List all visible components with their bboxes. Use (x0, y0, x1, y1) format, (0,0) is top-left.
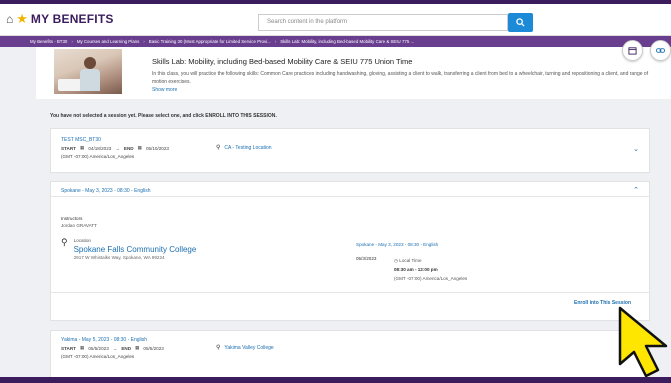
session-title[interactable]: Yakima - May 5, 2023 - 08:30 - English (61, 337, 147, 343)
bottom-bar (0, 377, 671, 383)
top-bar: ⌂ ★ MY BENEFITS Search content in the pl… (0, 0, 671, 36)
search-button[interactable] (508, 13, 533, 32)
time-range: 08:30 am - 12:00 pm (394, 267, 438, 272)
calendar-icon: ▦ (135, 345, 140, 350)
session-time-info: ◷ Local Time 08:30 am - 12:00 pm (GMT -0… (394, 256, 467, 283)
start-date: 04/18/2023 (88, 145, 112, 151)
instructors-label: Instructors (61, 216, 83, 221)
pointer-cursor-icon (618, 306, 668, 378)
session-card[interactable]: Yakima - May 5, 2023 - 08:30 - English S… (50, 330, 650, 380)
course-thumbnail (54, 49, 122, 94)
location-name[interactable]: Yakima Valley College (224, 345, 273, 351)
breadcrumb-item[interactable]: Basic Training 30 (Most Appropriate for … (149, 39, 271, 44)
calendar-icon: ▦ (79, 145, 85, 150)
session-timezone: (GMT -07:00) America/Los_Angeles (394, 276, 468, 281)
arrow-right-icon: → (115, 145, 120, 151)
location-address: 2917 W Whistalks Way, Spokane, WA 99224 (73, 255, 165, 260)
chevron-down-icon[interactable]: ⌄ (633, 145, 639, 153)
breadcrumb-separator: › (143, 39, 145, 44)
session-card-expanded: Spokane - May 3, 2023 - 08:30 - English … (50, 181, 650, 321)
instructor-name: Jordan GRAVATT (61, 223, 97, 228)
calendar-icon: ▦ (79, 345, 85, 350)
top-edge (0, 0, 671, 4)
end-date: 05/5/2023 (143, 345, 164, 351)
end-label: END (123, 145, 134, 151)
location-block: ⚲ Location Spokane Falls Community Colle… (61, 237, 197, 261)
start-label: START (61, 145, 76, 151)
start-label: START (61, 345, 76, 351)
breadcrumb: My Benefits - BT30 › My Courses and Lear… (0, 36, 671, 47)
search-icon (516, 18, 525, 27)
session-title[interactable]: Spokane - May 3, 2023 - 08:30 - English (61, 188, 151, 194)
divider (51, 196, 649, 197)
end-date: 05/10/2023 (145, 145, 169, 151)
course-title: Skills Lab: Mobility, including Bed-base… (152, 57, 413, 66)
session-dates: START ▦ 05/5/2023 → END ▦ 05/5/2023 (61, 345, 164, 351)
session-notice: You have not selected a session yet. Ple… (50, 113, 277, 119)
home-icon[interactable]: ⌂ (6, 12, 13, 26)
breadcrumb-item[interactable]: My Courses and Learning Plans (77, 39, 139, 44)
search-input[interactable]: Search content in the platform (258, 14, 508, 31)
brand-logo[interactable]: ⌂ ★ MY BENEFITS (6, 11, 114, 27)
breadcrumb-item[interactable]: My Benefits - BT30 (30, 39, 67, 44)
link-icon (656, 48, 665, 53)
session-card[interactable]: TEST MSC_BT30 START ▦ 04/18/2023 → END ▦… (50, 128, 650, 173)
calendar-icon (628, 47, 637, 55)
show-more-link[interactable]: Show more (152, 87, 177, 93)
calendar-icon: ▦ (137, 145, 142, 150)
star-icon: ★ (16, 11, 28, 26)
session-detail-date: 05/3/2023 (356, 256, 377, 261)
clock-icon: ◷ (394, 258, 399, 263)
end-label: END (121, 345, 132, 351)
session-timezone: (GMT -07:00) America/Los_Angeles (61, 354, 135, 359)
session-detail-title: Spokane - May 3, 2023 - 08:30 - English (356, 242, 439, 247)
session-location[interactable]: ⚲ CA - Testing Location (216, 144, 272, 152)
location-name[interactable]: Spokane Falls Community College (74, 245, 197, 254)
local-time-label: Local Time (399, 258, 422, 263)
breadcrumb-separator: › (71, 39, 73, 44)
chevron-up-icon[interactable]: ⌃ (633, 186, 639, 194)
location-pin-icon: ⚲ (216, 145, 221, 151)
calendar-button[interactable] (622, 40, 643, 61)
location-name[interactable]: CA - Testing Location (224, 145, 271, 151)
share-link-button[interactable] (650, 40, 671, 61)
session-location[interactable]: ⚲ Yakima Valley College (216, 344, 274, 352)
session-timezone: (GMT -07:00) America/Los_Angeles (61, 154, 135, 159)
breadcrumb-separator: › (274, 39, 277, 44)
location-pin-icon: ⚲ (61, 237, 68, 247)
brand-name: MY BENEFITS (30, 12, 114, 26)
breadcrumb-item[interactable]: Skills Lab: Mobility, including Bed-base… (280, 39, 414, 44)
session-dates: START ▦ 04/18/2023 → END ▦ 05/10/2023 (61, 145, 169, 151)
course-header: Skills Lab: Mobility, including Bed-base… (36, 47, 671, 99)
arrow-right-icon: → (112, 345, 118, 351)
location-label: Location (73, 238, 91, 243)
start-date: 05/5/2023 (88, 345, 109, 351)
divider (51, 292, 649, 293)
location-pin-icon: ⚲ (216, 345, 221, 351)
course-description: In this class, you will practice the fol… (152, 71, 649, 85)
session-title[interactable]: TEST MSC_BT30 (61, 137, 101, 143)
